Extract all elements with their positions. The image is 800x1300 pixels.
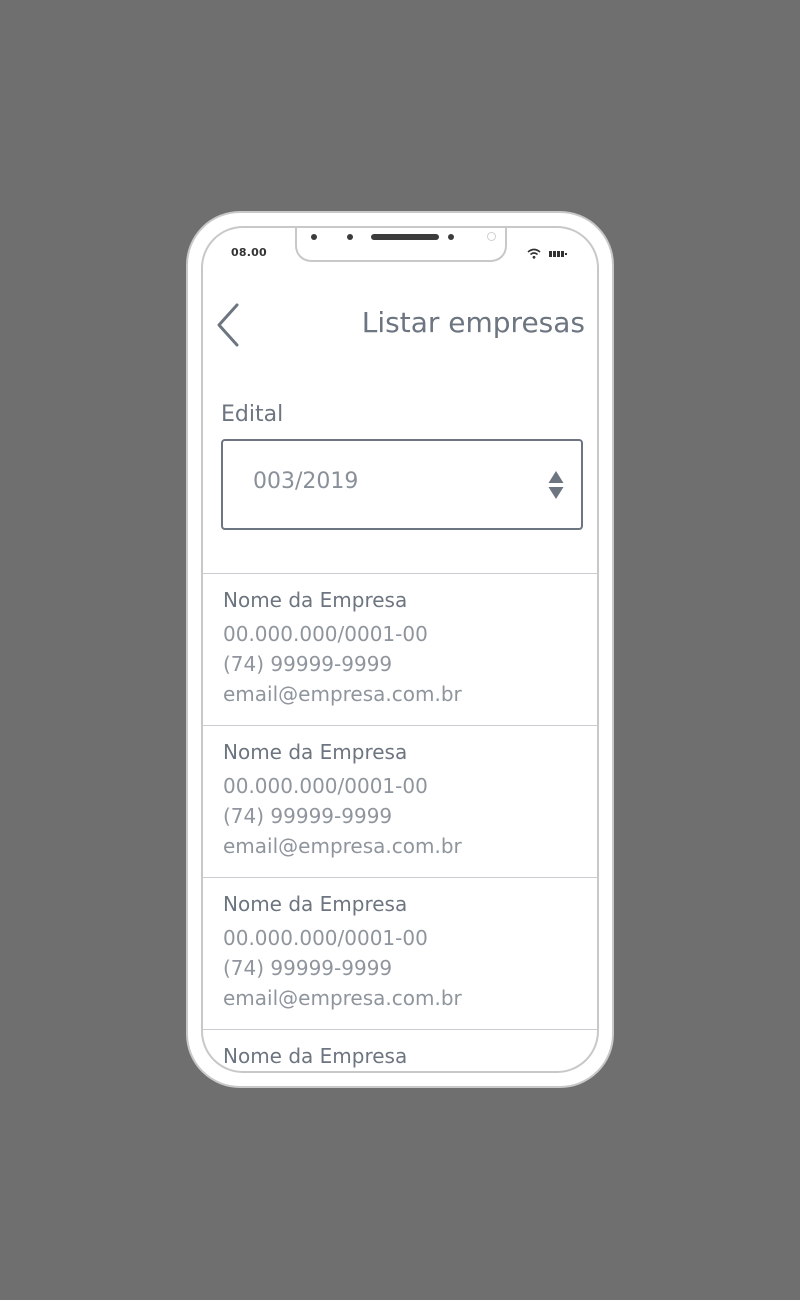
company-cnpj: 00.000.000/0001-00 (223, 622, 428, 646)
company-cnpj: 00.000.000/0001-00 (223, 774, 428, 798)
edital-select-value: 003/2019 (253, 469, 359, 494)
company-phone: (74) 99999-9999 (223, 804, 393, 828)
company-list-item[interactable]: Nome da Empresa 00.000.000/0001-00 (74) … (203, 877, 597, 1029)
company-list: Nome da Empresa 00.000.000/0001-00 (74) … (203, 573, 597, 1071)
status-icons (527, 248, 567, 259)
phone-frame: 08.00 Listar empresas Edital 003/2019 No… (186, 211, 614, 1088)
wifi-icon (527, 248, 541, 259)
company-list-item[interactable]: Nome da Empresa 00.000.000/0001-00 (74) … (203, 725, 597, 877)
company-name: Nome da Empresa (223, 588, 408, 612)
company-phone: (74) 99999-9999 (223, 652, 393, 676)
edital-label: Edital (221, 402, 284, 427)
company-email: email@empresa.com.br (223, 834, 462, 858)
chevron-left-icon (217, 303, 239, 347)
sensor-dot (311, 234, 317, 240)
back-button[interactable] (213, 303, 243, 347)
company-email: email@empresa.com.br (223, 682, 462, 706)
company-name: Nome da Empresa (223, 892, 408, 916)
phone-screen: 08.00 Listar empresas Edital 003/2019 No… (201, 226, 599, 1073)
sensor-dot (347, 234, 353, 240)
company-list-item[interactable]: Nome da Empresa 00.000.000/0001-00 (74) … (203, 573, 597, 725)
page-title: Listar empresas (361, 306, 585, 339)
sort-arrows-icon (548, 471, 564, 499)
company-phone: (74) 99999-9999 (223, 956, 393, 980)
battery-icon (549, 250, 567, 257)
edital-select[interactable]: 003/2019 (221, 439, 583, 530)
app-header: Listar empresas (203, 288, 597, 358)
sensor-dot (448, 234, 454, 240)
company-cnpj: 00.000.000/0001-00 (223, 926, 428, 950)
company-email: email@empresa.com.br (223, 986, 462, 1010)
phone-notch (295, 228, 507, 262)
speaker-grille (371, 234, 439, 240)
company-name: Nome da Empresa (223, 740, 408, 764)
company-name: Nome da Empresa (223, 1044, 408, 1068)
company-list-item[interactable]: Nome da Empresa (203, 1029, 597, 1071)
status-time: 08.00 (231, 246, 267, 259)
front-camera (487, 232, 496, 241)
